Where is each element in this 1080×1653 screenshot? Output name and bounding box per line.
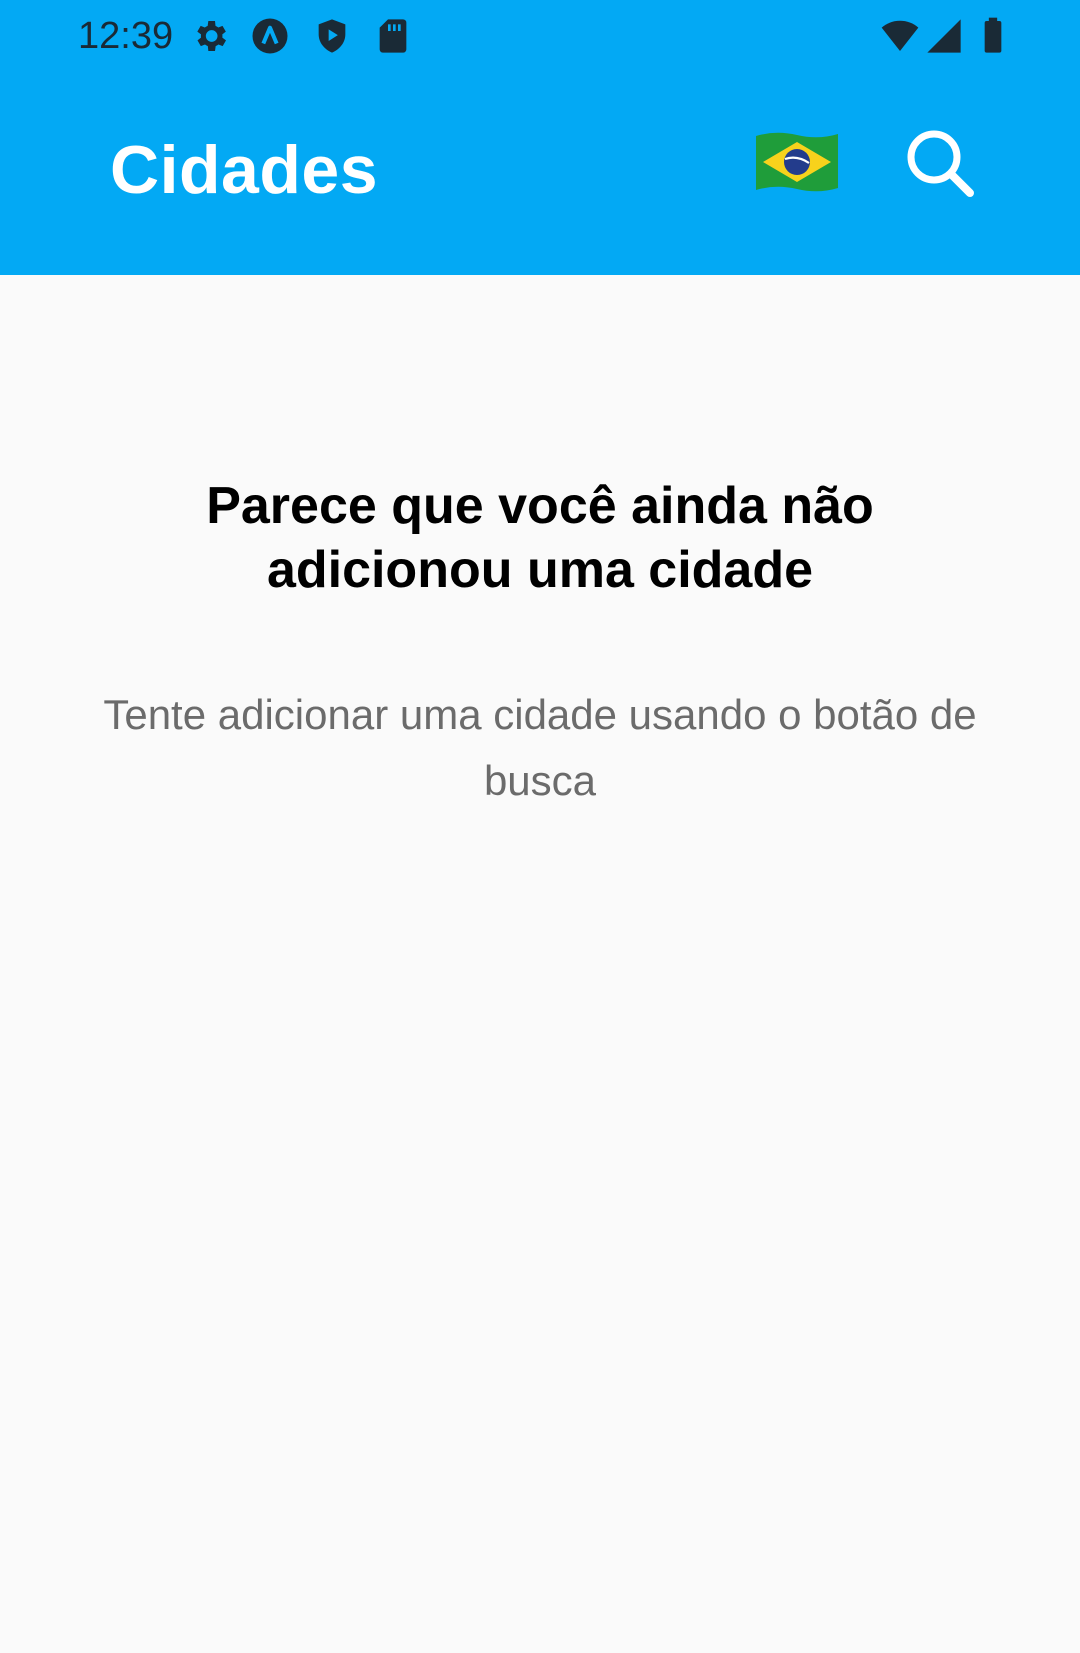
battery-icon bbox=[973, 16, 1013, 56]
cell-signal-icon bbox=[924, 16, 964, 56]
search-icon bbox=[907, 130, 974, 197]
app-bar: 12:39 Cidades bbox=[0, 0, 1080, 275]
shield-play-icon bbox=[312, 16, 352, 56]
a-circle-icon bbox=[250, 16, 290, 56]
settings-icon bbox=[190, 16, 230, 56]
sd-card-icon bbox=[373, 16, 413, 56]
wifi-icon bbox=[880, 16, 920, 56]
empty-state-title: Parece que você ainda não adicionou uma … bbox=[206, 477, 874, 599]
status-time: 12:39 bbox=[78, 15, 174, 57]
status-bar: 12:39 bbox=[0, 0, 1080, 74]
page-title: Cidades bbox=[110, 132, 379, 208]
brazil-flag-icon[interactable] bbox=[752, 130, 842, 196]
empty-state-subtitle: Tente adicionar uma cidade usando o botã… bbox=[103, 691, 977, 804]
search-button[interactable] bbox=[900, 124, 980, 204]
